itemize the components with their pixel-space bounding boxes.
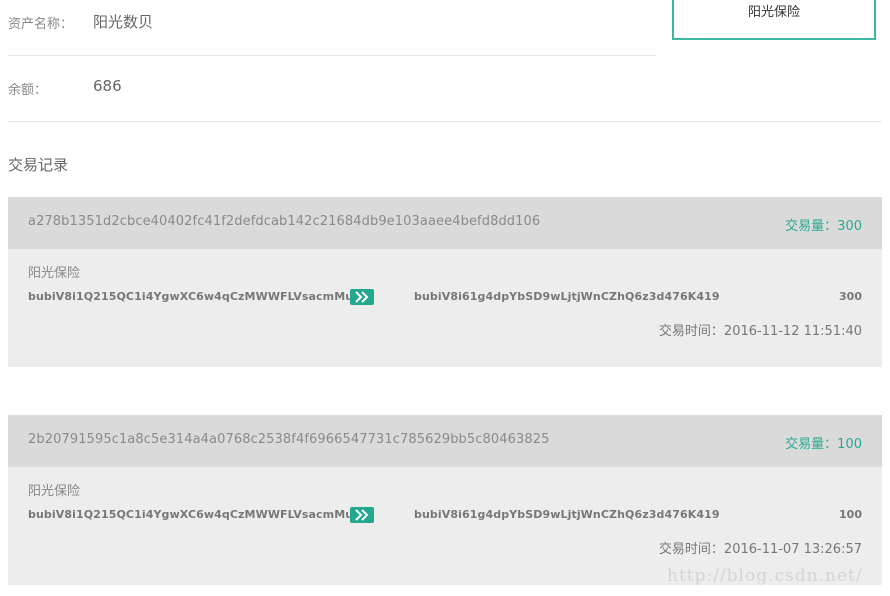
transaction-from-address[interactable]: bubiV8i1Q215QC1i4YgwXC6w4qCzMWWFLVsacmMu — [28, 508, 353, 521]
transaction-card: 2b20791595c1a8c5e314a4a0768c2538f4f69665… — [8, 415, 882, 585]
transaction-hash[interactable]: a278b1351d2cbce40402fc41f2defdcab142c216… — [28, 214, 540, 229]
transaction-amount-value: 100 — [837, 437, 862, 452]
transaction-time: 交易时间：2016-11-07 13:26:57 — [659, 538, 862, 557]
double-chevron-right-icon — [350, 507, 374, 523]
transaction-time-value: 2016-11-07 13:26:57 — [723, 542, 862, 557]
transaction-time-value: 2016-11-12 11:51:40 — [723, 324, 862, 339]
transaction-to-address[interactable]: bubiV8i61g4dpYbSD9wLjtjWnCZhQ6z3d476K419 — [414, 290, 720, 303]
asset-name-row: 资产名称： 阳光数贝 — [8, 0, 656, 56]
transaction-issuer: 阳光保险 — [28, 484, 81, 499]
watermark: http://blog.csdn.net/ — [667, 566, 863, 586]
issuer-tag-label: 阳光保险 — [747, 5, 800, 20]
balance-row: 余额： 686 — [8, 56, 882, 122]
transaction-hash[interactable]: 2b20791595c1a8c5e314a4a0768c2538f4f69665… — [28, 432, 550, 447]
balance-label: 余额： — [8, 83, 48, 98]
transaction-quantity: 100 — [839, 508, 862, 521]
transaction-header: a278b1351d2cbce40402fc41f2defdcab142c216… — [8, 197, 882, 249]
balance-value: 686 — [93, 77, 122, 95]
transaction-quantity: 300 — [839, 290, 862, 303]
transaction-amount-value: 300 — [837, 219, 862, 234]
transaction-records-title: 交易记录 — [8, 156, 69, 174]
transaction-amount: 交易量：300 — [785, 215, 862, 234]
transaction-amount: 交易量：100 — [785, 433, 862, 452]
transaction-header: 2b20791595c1a8c5e314a4a0768c2538f4f69665… — [8, 415, 882, 467]
issuer-tag-box[interactable]: 阳光保险 — [672, 0, 876, 40]
transaction-time-label: 交易时间： — [658, 324, 724, 339]
transaction-time-label: 交易时间： — [658, 542, 724, 557]
asset-name-label: 资产名称： — [8, 17, 74, 32]
transaction-amount-label: 交易量： — [785, 219, 838, 234]
transaction-to-address[interactable]: bubiV8i61g4dpYbSD9wLjtjWnCZhQ6z3d476K419 — [414, 508, 720, 521]
transaction-from-address[interactable]: bubiV8i1Q215QC1i4YgwXC6w4qCzMWWFLVsacmMu — [28, 290, 353, 303]
double-chevron-right-icon — [350, 289, 374, 305]
transaction-amount-label: 交易量： — [785, 437, 838, 452]
asset-name-value: 阳光数贝 — [93, 13, 154, 31]
transaction-issuer: 阳光保险 — [28, 266, 81, 281]
transaction-time: 交易时间：2016-11-12 11:51:40 — [659, 320, 862, 339]
transaction-card: a278b1351d2cbce40402fc41f2defdcab142c216… — [8, 197, 882, 367]
